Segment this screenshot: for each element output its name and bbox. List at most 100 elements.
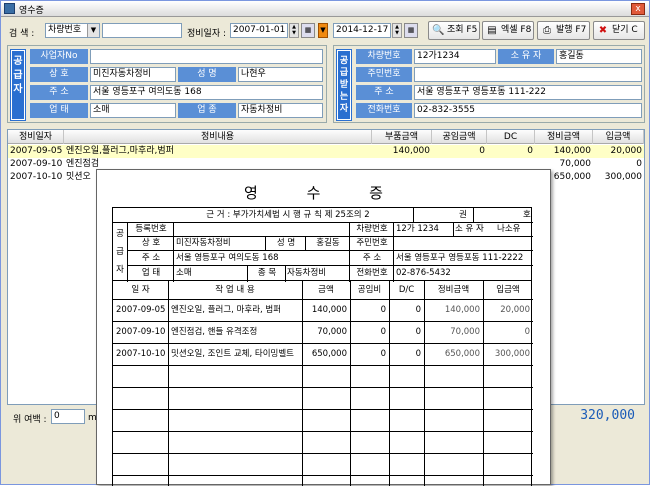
receipt-phone-label: 전화번호 (356, 268, 388, 278)
table-row[interactable]: 2007-09-05 엔진오일,플러그,마후라,범퍼 140,000 0 0 1… (8, 145, 644, 158)
receipt-item-amount: 140,000 (311, 305, 347, 315)
query-button[interactable]: 🔍 조회 F5 (428, 21, 480, 40)
col-date[interactable]: 정비일자 (8, 130, 64, 144)
receipt-item-dc: 0 (415, 327, 421, 337)
cell-date: 2007-09-05 (10, 146, 63, 156)
cell-paid: 0 (636, 159, 642, 169)
company-field[interactable]: 미진자동차정비 (90, 67, 176, 82)
receipt-business: 소매 (176, 268, 192, 278)
date-from-input[interactable]: 2007-01-01 (230, 23, 288, 38)
receipt-col-date: 일 자 (131, 285, 150, 295)
name-field[interactable]: 나현우 (238, 67, 323, 82)
col-repair-amount[interactable]: 정비금액 (535, 130, 593, 144)
reg-no-label: 사업자No (30, 49, 88, 64)
receipt-item-dc: 0 (415, 305, 421, 315)
spreadsheet-icon: ▤ (487, 25, 497, 36)
print-button[interactable]: ⎙ 발행 F7 (537, 21, 590, 40)
owner-label: 소 유 자 (498, 49, 554, 64)
magnifier-icon: 🔍 (432, 25, 445, 36)
date-range-arrow-icon[interactable]: ▼ (318, 23, 328, 38)
search-field-value: 차량번호 (48, 25, 82, 35)
receipt-item-amount: 650,000 (311, 349, 347, 359)
business-type-field[interactable]: 소매 (90, 103, 176, 118)
printer-icon: ⎙ (543, 25, 551, 36)
window-close-button[interactable]: x (631, 3, 645, 15)
book-label: 권 (459, 210, 467, 220)
date-to-spinner[interactable]: ▲ ▼ (392, 23, 402, 38)
name-label: 성 명 (178, 67, 236, 82)
receipt-item-paid: 0 (524, 327, 530, 337)
resident-no-label: 주민번호 (356, 67, 412, 82)
receipt-item-repair-amount: 70,000 (450, 327, 480, 337)
receipt-address-label: 주 소 (141, 253, 161, 263)
col-paid[interactable]: 입금액 (593, 130, 644, 144)
receipt-company-label: 상 호 (141, 238, 161, 248)
receipt-col-paid: 입금액 (496, 285, 520, 295)
receipt-item-date: 2007-10-10 (116, 349, 166, 359)
receipt-col-content: 작 업 내 용 (215, 285, 255, 295)
receipt-header-box: 근 거 : 부가가치세법 시 행 규 칙 제 25조의 2 권 호 공급자 등록… (112, 207, 533, 282)
number-label: 호 (523, 210, 531, 220)
address-field[interactable]: 서울 영등포구 여의도동 168 (90, 85, 323, 100)
cell-content: 엔진오일,플러그,마후라,범퍼 (66, 146, 174, 156)
receipt-col-labor: 공임비 (357, 285, 382, 295)
top-margin-input[interactable]: 0 (51, 409, 85, 424)
supplier-vertical-label: 공급자 (10, 49, 26, 121)
receipt-item-content: 엔진오일, 플러그, 마후라, 범퍼 (171, 305, 282, 315)
col-content[interactable]: 정비내용 (64, 130, 372, 144)
app-icon (4, 3, 15, 14)
owner-field[interactable]: 홍길동 (556, 49, 642, 64)
col-dc[interactable]: DC (487, 130, 535, 144)
phone-field[interactable]: 02-832-3555 (414, 103, 642, 118)
receipt-addr2-label: 주 소 (362, 253, 382, 263)
cell-paid: 20,000 (610, 146, 643, 156)
cell-dc: 0 (527, 146, 533, 156)
receipt-item-dc: 0 (415, 349, 421, 359)
receipt-item: 자동차정비 (287, 268, 327, 278)
receipt-item-paid: 300,000 (494, 349, 530, 359)
close-icon: ✖ (598, 25, 608, 36)
address-label: 주 소 (30, 85, 88, 100)
date-label: 정비일자 : (187, 29, 227, 39)
receipt-items-table: 일 자 작 업 내 용 금액 공임비 D/C 정비금액 입금액 2007-09-… (112, 281, 533, 486)
calendar-icon[interactable]: ▦ (404, 23, 418, 38)
receipt-reg-no-label: 등록번호 (135, 224, 167, 234)
receipt-item-labor: 0 (380, 305, 386, 315)
receipt-item-amount: 70,000 (317, 327, 347, 337)
car-no-field[interactable]: 12가1234 (414, 49, 496, 64)
receipt-item-repair-amount: 140,000 (444, 305, 480, 315)
receipt-company: 미진자동차정비 (176, 238, 231, 248)
date-to-input[interactable]: 2014-12-17 (333, 23, 391, 38)
resident-no-field[interactable] (414, 67, 642, 82)
receipt-supplier-vlabel: 공급자 (116, 229, 124, 275)
search-bar: 검 색 : 차량번호 ▼ 정비일자 : 2007-01-01 ▲ ▼ ▦ ▼ 20… (1, 18, 649, 45)
col-labor[interactable]: 공임금액 (432, 130, 487, 144)
receipt-item-repair-amount: 650,000 (444, 349, 480, 359)
search-input[interactable] (102, 23, 182, 38)
receipt-item-date: 2007-09-05 (116, 305, 166, 315)
close-button[interactable]: ✖ 닫기 C (593, 21, 645, 40)
receipt-addr2: 서울 영등포구 영등포동 111-2222 (396, 253, 524, 263)
receiver-panel: 공급받는자 차량번호 12가1234 소 유 자 홍길동 주민번호 주 소 서울… (333, 45, 645, 123)
receipt-col-repair-amount: 정비금액 (437, 285, 470, 295)
receipt-item-labor: 0 (380, 327, 386, 337)
receipt-col-dc: D/C (398, 285, 415, 295)
business-item-field[interactable]: 자동차정비 (238, 103, 323, 118)
search-label: 검 색 : (9, 29, 35, 39)
chevron-down-icon[interactable]: ▼ (87, 24, 99, 37)
supplier-panel: 공급자 사업자No 상 호 미진자동차정비 성 명 나현우 주 소 서울 영등포… (7, 45, 327, 123)
legal-basis: 근 거 : 부가가치세법 시 행 규 칙 제 25조의 2 (206, 210, 370, 220)
cell-date: 2007-09-10 (10, 159, 63, 169)
receiver-address-field[interactable]: 서울 영등포구 영등포동 111-222 (414, 85, 642, 100)
date-from-spinner[interactable]: ▲ ▼ (289, 23, 299, 38)
excel-button[interactable]: ▤ 엑셀 F8 (482, 21, 534, 40)
search-field-select[interactable]: 차량번호 ▼ (45, 23, 100, 38)
business-item-label: 업 종 (178, 103, 236, 118)
car-no-label: 차량번호 (356, 49, 412, 64)
cell-labor: 0 (479, 146, 485, 156)
reg-no-field[interactable] (90, 49, 323, 64)
calendar-icon[interactable]: ▦ (301, 23, 315, 38)
col-parts[interactable]: 부품금액 (372, 130, 432, 144)
receipt-address: 서울 영등포구 여의도동 168 (176, 253, 279, 263)
receipt-title: 영 수 증 (244, 184, 405, 202)
